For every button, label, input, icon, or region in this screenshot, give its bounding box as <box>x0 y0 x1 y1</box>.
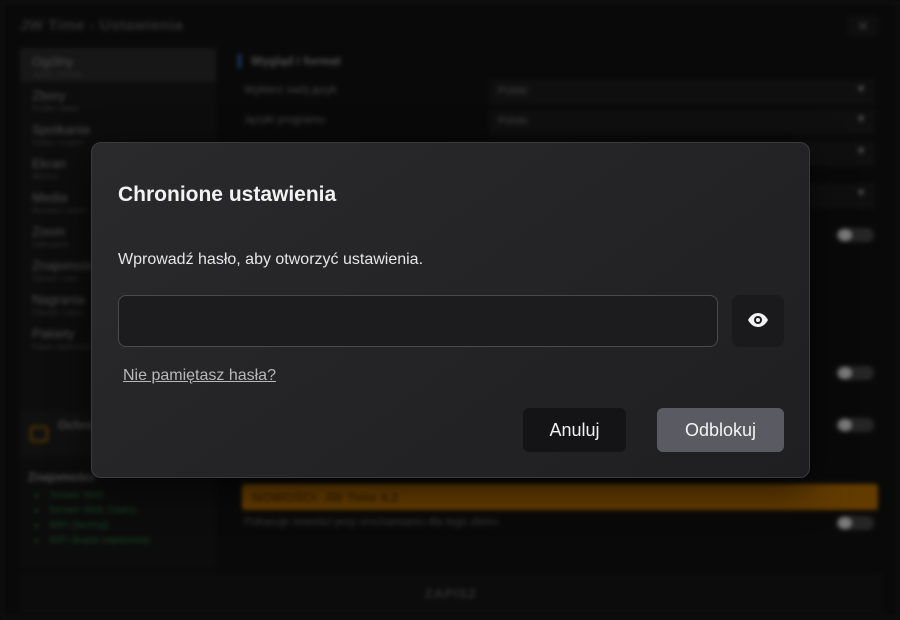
protected-settings-dialog: Chronione ustawienia Wprowadź hasło, aby… <box>91 142 810 478</box>
eye-icon <box>747 312 769 331</box>
dialog-description: Wprowadź hasło, aby otworzyć ustawienia. <box>118 251 424 268</box>
forgot-password-link[interactable]: Nie pamiętasz hasła? <box>123 367 276 385</box>
show-password-button[interactable] <box>732 295 784 347</box>
unlock-button[interactable]: Odblokuj <box>657 408 784 452</box>
dialog-title: Chronione ustawienia <box>118 183 337 206</box>
password-input[interactable] <box>118 295 718 347</box>
cancel-button[interactable]: Anuluj <box>523 408 626 452</box>
